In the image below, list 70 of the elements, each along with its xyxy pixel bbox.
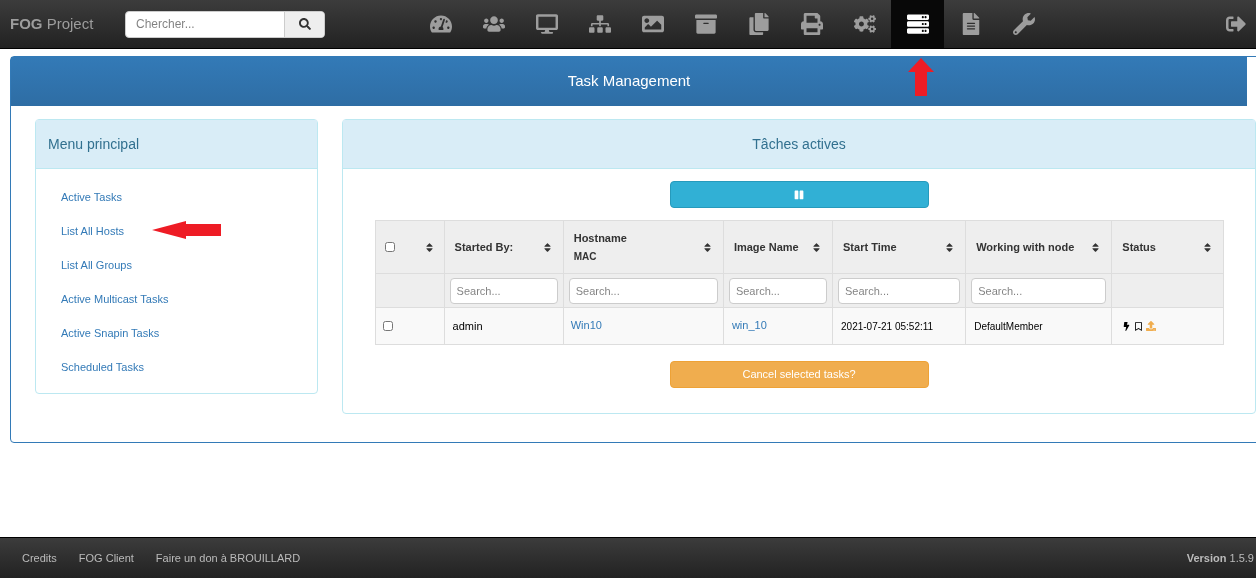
footer-link[interactable]: FOG Client bbox=[78, 549, 134, 567]
sort-icon[interactable] bbox=[701, 241, 713, 253]
menu-link[interactable]: Scheduled Tasks bbox=[61, 359, 144, 375]
menu-link[interactable]: List All Groups bbox=[61, 257, 132, 273]
menu-title: Menu principal bbox=[48, 134, 140, 154]
nav-tab[interactable] bbox=[891, 0, 944, 48]
column-search-field[interactable]: Search... bbox=[838, 277, 961, 304]
column-title: Start Time bbox=[843, 239, 897, 255]
hostname-link[interactable]: Win10 bbox=[570, 319, 602, 331]
table-cell: 2021-07-21 05:52:11 bbox=[841, 320, 934, 332]
table-header[interactable]: Hostname MAC bbox=[563, 220, 724, 274]
menu-link[interactable]: Active Tasks bbox=[61, 189, 122, 205]
column-title: Working with node bbox=[976, 239, 1075, 255]
select-all-checkbox[interactable] bbox=[384, 242, 395, 252]
bookmark-icon bbox=[1134, 321, 1144, 331]
dashboard-icon bbox=[429, 13, 452, 35]
footer-link[interactable]: Faire un don à BROUILLARD bbox=[155, 549, 301, 567]
sort-icon[interactable] bbox=[423, 241, 435, 253]
printer-icon bbox=[800, 13, 823, 35]
table-header[interactable]: Start Time bbox=[832, 220, 966, 274]
image-link[interactable]: win_10 bbox=[731, 319, 767, 331]
table-header[interactable]: Status bbox=[1111, 220, 1223, 274]
bolt-icon bbox=[1122, 321, 1132, 331]
image-icon bbox=[641, 13, 664, 35]
sitemap-icon bbox=[588, 13, 611, 35]
desktop-icon bbox=[535, 13, 558, 35]
annotation-arrow bbox=[908, 58, 934, 96]
table-cell: admin bbox=[452, 319, 483, 332]
table-header[interactable]: Started By: bbox=[444, 220, 564, 274]
tasks-title: Tâches actives bbox=[752, 134, 846, 154]
logout-button[interactable] bbox=[1226, 14, 1246, 34]
menu-link[interactable]: List All Hosts bbox=[61, 223, 124, 239]
table-header[interactable]: Working with node bbox=[965, 220, 1112, 274]
sort-icon[interactable] bbox=[1090, 241, 1102, 253]
sort-icon[interactable] bbox=[811, 241, 822, 253]
search-button[interactable] bbox=[284, 11, 324, 37]
column-search-field[interactable]: Search... bbox=[728, 277, 827, 304]
tasks-icon bbox=[906, 13, 929, 35]
column-title: Image Name bbox=[733, 239, 799, 255]
gears-icon bbox=[853, 13, 876, 35]
sort-icon[interactable] bbox=[944, 241, 956, 253]
column-search-field[interactable]: Search... bbox=[568, 277, 718, 304]
column-search-field[interactable]: Search... bbox=[449, 277, 558, 304]
version-text: Version 1.5.9 bbox=[1186, 550, 1254, 566]
column-title: Status bbox=[1122, 239, 1156, 255]
brand-logo[interactable]: FOG Project bbox=[10, 12, 120, 36]
wrench-icon bbox=[1012, 13, 1035, 35]
table-header[interactable]: Image Name bbox=[723, 220, 833, 274]
column-subtitle: MAC bbox=[573, 250, 598, 265]
search-field[interactable]: Chercher... bbox=[125, 10, 325, 38]
annotation-arrow bbox=[152, 221, 221, 239]
logout-icon bbox=[1226, 14, 1246, 34]
pause-icon bbox=[794, 189, 804, 200]
search-icon bbox=[298, 18, 311, 30]
upload-icon bbox=[1146, 321, 1157, 331]
archive-icon bbox=[694, 13, 717, 35]
footer-link[interactable]: Credits bbox=[22, 549, 57, 567]
row-checkbox[interactable] bbox=[382, 321, 393, 331]
sort-icon[interactable] bbox=[541, 241, 553, 253]
sort-icon[interactable] bbox=[1201, 241, 1213, 253]
page-title: Task Management bbox=[567, 71, 691, 92]
table-cell: DefaultMember bbox=[974, 320, 1043, 332]
menu-link[interactable]: Active Snapin Tasks bbox=[61, 325, 160, 341]
column-title: Started By: bbox=[454, 239, 514, 255]
menu-link[interactable]: Active Multicast Tasks bbox=[61, 291, 169, 307]
column-search-field[interactable]: Search... bbox=[971, 277, 1107, 304]
column-title: Hostname bbox=[573, 230, 627, 246]
users-icon bbox=[482, 13, 505, 35]
search-input[interactable]: Chercher... bbox=[126, 11, 284, 37]
copy-icon bbox=[747, 13, 770, 35]
